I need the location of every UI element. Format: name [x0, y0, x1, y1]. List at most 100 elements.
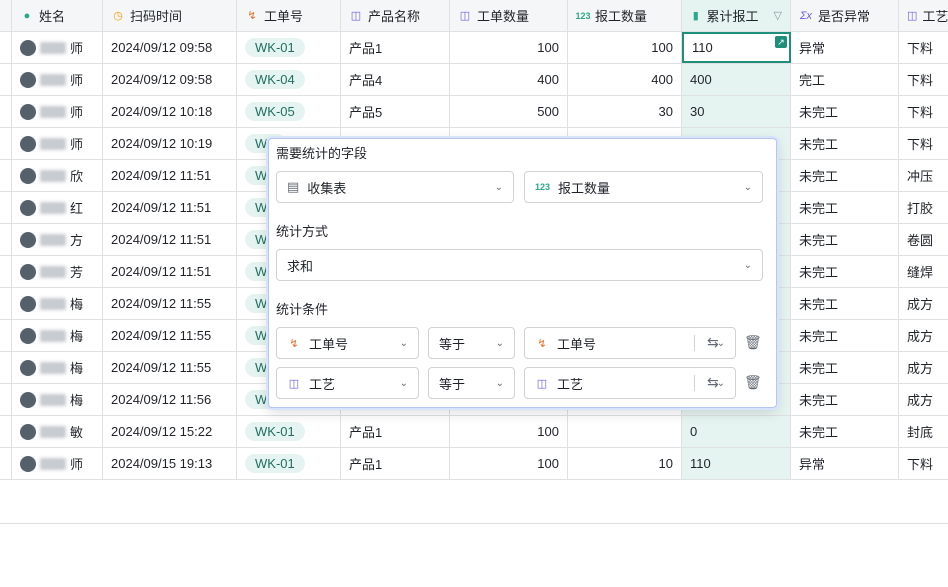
- time-cell[interactable]: 2024/09/12 11:55: [103, 320, 237, 351]
- name-cell[interactable]: 师: [12, 128, 103, 159]
- process-cell[interactable]: 成方: [899, 288, 948, 319]
- column-header[interactable]: ▮ 累计报工 ▽: [682, 0, 791, 31]
- order-cell[interactable]: WK-05: [237, 96, 341, 127]
- name-cell[interactable]: 梅: [12, 320, 103, 351]
- process-cell[interactable]: 成方: [899, 384, 948, 415]
- condition-value-select[interactable]: ◫ 工艺 ⌄: [524, 367, 736, 399]
- abnormal-cell[interactable]: 未完工: [791, 320, 899, 351]
- process-cell[interactable]: 下料: [899, 128, 948, 159]
- condition-field-select[interactable]: ↯ 工单号 ⌄: [276, 327, 419, 359]
- table-row[interactable]: 师 2024/09/15 19:13 WK-01 产品1 100 10 110 异常 下料: [0, 448, 948, 480]
- column-header[interactable]: ◫ 工艺: [899, 0, 948, 31]
- report-cell[interactable]: 10: [568, 448, 682, 479]
- time-cell[interactable]: 2024/09/12 11:55: [103, 352, 237, 383]
- process-cell[interactable]: 下料: [899, 96, 948, 127]
- report-cell[interactable]: 400: [568, 64, 682, 95]
- time-cell[interactable]: 2024/09/12 15:22: [103, 416, 237, 447]
- time-cell[interactable]: 2024/09/12 11:56: [103, 384, 237, 415]
- column-header[interactable]: ◷ 扫码时间: [103, 0, 237, 31]
- name-cell[interactable]: 方: [12, 224, 103, 255]
- column-header[interactable]: 123 报工数量: [568, 0, 682, 31]
- time-cell[interactable]: 2024/09/12 09:58: [103, 32, 237, 63]
- time-cell[interactable]: 2024/09/12 11:55: [103, 288, 237, 319]
- product-cell[interactable]: 产品4: [341, 64, 450, 95]
- abnormal-cell[interactable]: 异常: [791, 448, 899, 479]
- swap-icon[interactable]: ⇆: [707, 334, 719, 351]
- abnormal-cell[interactable]: 未完工: [791, 160, 899, 191]
- method-select[interactable]: 求和 ⌄: [276, 249, 763, 281]
- abnormal-cell[interactable]: 异常: [791, 32, 899, 63]
- process-cell[interactable]: 成方: [899, 320, 948, 351]
- column-header[interactable]: ↯ 工单号: [237, 0, 341, 31]
- expand-icon[interactable]: ↗: [775, 36, 787, 48]
- process-cell[interactable]: 成方: [899, 352, 948, 383]
- condition-field-select[interactable]: ◫ 工艺 ⌄: [276, 367, 419, 399]
- order-cell[interactable]: WK-01: [237, 32, 341, 63]
- abnormal-cell[interactable]: 未完工: [791, 416, 899, 447]
- process-cell[interactable]: 下料: [899, 448, 948, 479]
- abnormal-cell[interactable]: 未完工: [791, 224, 899, 255]
- column-header[interactable]: Σx 是否异常: [791, 0, 899, 31]
- condition-operator-select[interactable]: 等于 ⌄: [428, 367, 515, 399]
- delete-icon[interactable]: 🗑: [744, 374, 762, 391]
- process-cell[interactable]: 冲压: [899, 160, 948, 191]
- name-cell[interactable]: 梅: [12, 384, 103, 415]
- qty-cell[interactable]: 100: [450, 416, 568, 447]
- name-cell[interactable]: 师: [12, 32, 103, 63]
- process-cell[interactable]: 下料: [899, 32, 948, 63]
- abnormal-cell[interactable]: 未完工: [791, 352, 899, 383]
- table-row[interactable]: 师 2024/09/12 10:18 WK-05 产品5 500 30 30 未完工 下料: [0, 96, 948, 128]
- time-cell[interactable]: 2024/09/12 11:51: [103, 224, 237, 255]
- filter-icon[interactable]: ▽: [774, 9, 782, 22]
- qty-cell[interactable]: 100: [450, 32, 568, 63]
- time-cell[interactable]: 2024/09/12 10:18: [103, 96, 237, 127]
- qty-cell[interactable]: 100: [450, 448, 568, 479]
- column-header[interactable]: ● 姓名: [12, 0, 103, 31]
- table-row[interactable]: 敏 2024/09/12 15:22 WK-01 产品1 100 0 未完工 封底: [0, 416, 948, 448]
- process-cell[interactable]: 封底: [899, 416, 948, 447]
- time-cell[interactable]: 2024/09/12 10:19: [103, 128, 237, 159]
- time-cell[interactable]: 2024/09/12 11:51: [103, 192, 237, 223]
- name-cell[interactable]: 芳: [12, 256, 103, 287]
- qty-cell[interactable]: 500: [450, 96, 568, 127]
- condition-operator-select[interactable]: 等于 ⌄: [428, 327, 515, 359]
- name-cell[interactable]: 红: [12, 192, 103, 223]
- table-select[interactable]: ▤ 收集表 ⌄: [276, 171, 514, 203]
- abnormal-cell[interactable]: 完工: [791, 64, 899, 95]
- order-cell[interactable]: WK-01: [237, 416, 341, 447]
- swap-icon[interactable]: ⇆: [707, 374, 719, 391]
- product-cell[interactable]: 产品1: [341, 448, 450, 479]
- table-row[interactable]: 师 2024/09/12 09:58 WK-04 产品4 400 400 400 完工 下料: [0, 64, 948, 96]
- product-cell[interactable]: 产品1: [341, 32, 450, 63]
- time-cell[interactable]: 2024/09/12 09:58: [103, 64, 237, 95]
- condition-value-select[interactable]: ↯ 工单号 ⌄: [524, 327, 736, 359]
- name-cell[interactable]: 梅: [12, 352, 103, 383]
- name-cell[interactable]: 梅: [12, 288, 103, 319]
- process-cell[interactable]: 缝焊: [899, 256, 948, 287]
- report-cell[interactable]: 30: [568, 96, 682, 127]
- process-cell[interactable]: 卷圆: [899, 224, 948, 255]
- abnormal-cell[interactable]: 未完工: [791, 96, 899, 127]
- name-cell[interactable]: 敏: [12, 416, 103, 447]
- abnormal-cell[interactable]: 未完工: [791, 128, 899, 159]
- product-cell[interactable]: 产品5: [341, 96, 450, 127]
- time-cell[interactable]: 2024/09/12 11:51: [103, 160, 237, 191]
- cumulative-cell[interactable]: 110 ↗: [682, 32, 791, 63]
- name-cell[interactable]: 师: [12, 448, 103, 479]
- name-cell[interactable]: 师: [12, 64, 103, 95]
- name-cell[interactable]: 师: [12, 96, 103, 127]
- product-cell[interactable]: 产品1: [341, 416, 450, 447]
- order-cell[interactable]: WK-04: [237, 64, 341, 95]
- qty-cell[interactable]: 400: [450, 64, 568, 95]
- delete-icon[interactable]: 🗑: [744, 334, 762, 351]
- order-cell[interactable]: WK-01: [237, 448, 341, 479]
- report-cell[interactable]: 100: [568, 32, 682, 63]
- time-cell[interactable]: 2024/09/12 11:51: [103, 256, 237, 287]
- table-row[interactable]: 师 2024/09/12 09:58 WK-01 产品1 100 100 110 ↗ 异常 下料: [0, 32, 948, 64]
- time-cell[interactable]: 2024/09/15 19:13: [103, 448, 237, 479]
- abnormal-cell[interactable]: 未完工: [791, 192, 899, 223]
- field-select[interactable]: 123 报工数量 ⌄: [524, 171, 763, 203]
- abnormal-cell[interactable]: 未完工: [791, 288, 899, 319]
- abnormal-cell[interactable]: 未完工: [791, 384, 899, 415]
- cumulative-cell[interactable]: 400: [682, 64, 791, 95]
